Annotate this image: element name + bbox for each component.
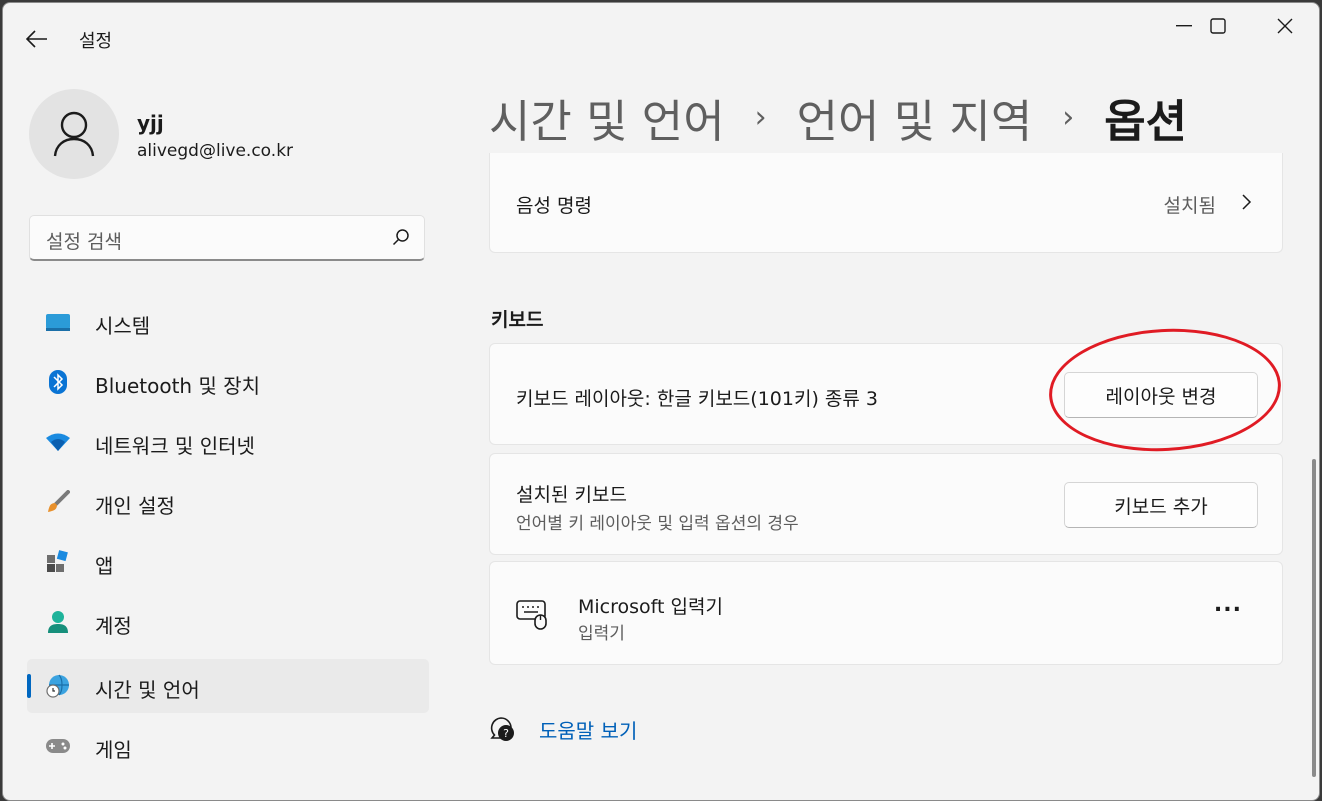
sidebar-item-label: 시스템 <box>95 314 151 338</box>
apps-icon <box>45 550 71 574</box>
settings-window: 설정 yjj alivegd@live.co.kr 설정 검색 시스템 Blue… <box>2 2 1320 801</box>
sidebar-item-label: 개인 설정 <box>95 494 175 518</box>
keyboard-layout-label: 키보드 레이아웃: 한글 키보드(101키) 종류 3 <box>516 388 878 410</box>
installed-keyboard-desc: 언어별 키 레이아웃 및 입력 옵션의 경우 <box>516 514 799 534</box>
search-icon[interactable] <box>392 228 410 246</box>
sidebar-item-label: Bluetooth 및 장치 <box>95 374 261 398</box>
sidebar-item-bluetooth[interactable]: Bluetooth 및 장치 <box>27 355 429 409</box>
help-chat-icon: ? <box>490 716 514 741</box>
maximize-button[interactable] <box>1184 3 1252 49</box>
breadcrumb-item-language-region[interactable]: 언어 및 지역 <box>797 85 1033 150</box>
bluetooth-icon <box>45 370 71 394</box>
sidebar-item-label: 계정 <box>95 614 132 638</box>
installed-keyboard-title: 설치된 키보드 <box>516 484 627 506</box>
back-button[interactable] <box>17 19 57 59</box>
speech-status: 설치됨 <box>1163 195 1216 217</box>
chevron-right-icon: › <box>1062 100 1075 135</box>
user-name: yjj <box>137 111 164 135</box>
search-input[interactable]: 설정 검색 <box>29 215 425 261</box>
maximize-icon <box>1210 18 1226 34</box>
sidebar-item-apps[interactable]: 앱 <box>27 535 429 589</box>
help-link[interactable]: 도움말 보기 <box>539 715 637 744</box>
installed-keyboard-card: 설치된 키보드 언어별 키 레이아웃 및 입력 옵션의 경우 키보드 추가 <box>489 453 1283 555</box>
search-placeholder: 설정 검색 <box>46 231 122 253</box>
sidebar-item-label: 시간 및 언어 <box>95 678 200 702</box>
chevron-right-icon: › <box>754 100 767 135</box>
back-arrow-icon <box>26 30 47 48</box>
chevron-right-icon <box>1242 194 1252 210</box>
sidebar-item-system[interactable]: 시스템 <box>27 295 429 349</box>
time-language-icon <box>45 674 71 698</box>
scrollbar[interactable] <box>1312 459 1316 777</box>
close-icon <box>1277 18 1293 34</box>
ime-card: Microsoft 입력기 입력기 ... <box>489 561 1283 665</box>
svg-text:?: ? <box>503 727 509 740</box>
breadcrumb: 시간 및 언어 › 언어 및 지역 › 옵션 <box>489 85 1187 150</box>
ime-title: Microsoft 입력기 <box>578 596 723 618</box>
brush-icon <box>45 490 71 514</box>
change-layout-button[interactable]: 레이아웃 변경 <box>1064 372 1258 418</box>
wifi-icon <box>45 430 71 454</box>
page-title: 옵션 <box>1104 95 1188 148</box>
title-bar: 설정 <box>3 3 1319 73</box>
sidebar-item-gaming[interactable]: 게임 <box>27 719 429 773</box>
keyboard-section-title: 키보드 <box>491 309 544 331</box>
user-email: alivegd@live.co.kr <box>137 141 294 161</box>
app-title: 설정 <box>79 31 113 52</box>
sidebar-item-label: 네트워크 및 인터넷 <box>95 434 255 458</box>
help-row[interactable]: ? 도움말 보기 <box>489 715 637 744</box>
avatar <box>29 89 119 179</box>
sidebar-item-network[interactable]: 네트워크 및 인터넷 <box>27 415 429 469</box>
breadcrumb-item-time-language[interactable]: 시간 및 언어 <box>489 85 725 150</box>
account-icon <box>45 610 71 634</box>
selection-indicator <box>27 674 31 698</box>
ime-subtitle: 입력기 <box>578 624 625 644</box>
sidebar-item-accounts[interactable]: 계정 <box>27 595 429 649</box>
sidebar-item-personalization[interactable]: 개인 설정 <box>27 475 429 529</box>
close-button[interactable] <box>1251 3 1319 49</box>
add-keyboard-button[interactable]: 키보드 추가 <box>1064 482 1258 528</box>
user-icon <box>53 111 95 157</box>
keyboard-layout-card: 키보드 레이아웃: 한글 키보드(101키) 종류 3 레이아웃 변경 <box>489 343 1283 445</box>
speech-label: 음성 명령 <box>516 195 592 217</box>
more-options-icon[interactable]: ... <box>1214 592 1242 617</box>
sidebar-item-time-language[interactable]: 시간 및 언어 <box>27 659 429 713</box>
speech-card[interactable]: 음성 명령 설치됨 <box>489 153 1283 253</box>
system-icon <box>45 310 71 334</box>
sidebar-item-label: 게임 <box>95 738 132 762</box>
gamepad-icon <box>45 734 71 758</box>
keyboard-icon <box>516 600 547 630</box>
sidebar-item-label: 앱 <box>95 554 114 578</box>
